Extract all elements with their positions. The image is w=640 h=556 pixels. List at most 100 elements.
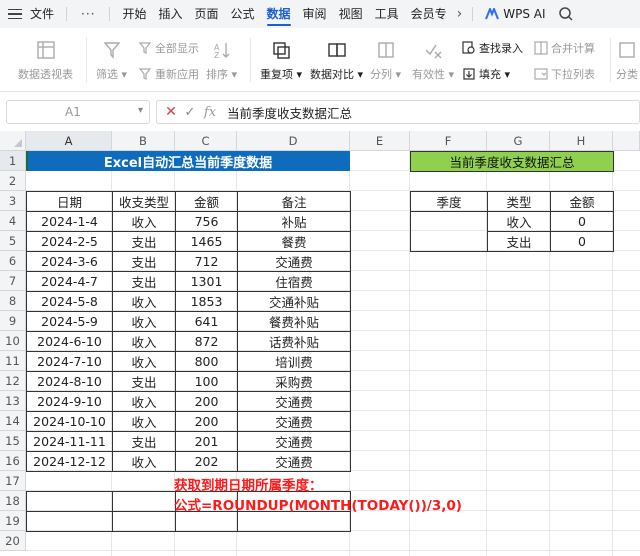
table-header-cell[interactable]: 备注: [237, 191, 351, 212]
column-header[interactable]: H: [550, 131, 613, 151]
summary-header-cell[interactable]: 类型: [487, 191, 551, 212]
chevron-down-icon[interactable]: ▾: [138, 105, 143, 116]
table-cell[interactable]: 756: [175, 211, 238, 232]
table-cell[interactable]: 2024-8-10: [26, 371, 113, 392]
table-cell[interactable]: 收入: [112, 351, 176, 372]
merge-calc-button[interactable]: 合并计算: [534, 40, 595, 56]
wps-ai-button[interactable]: WPS AI: [479, 7, 551, 21]
table-header-cell[interactable]: 日期: [26, 191, 113, 212]
menu-tab[interactable]: 视图: [333, 0, 369, 28]
table-cell[interactable]: 住宿费: [237, 271, 351, 292]
show-all-button[interactable]: 全部显示: [138, 40, 199, 56]
table-cell[interactable]: 2024-12-12: [26, 451, 113, 472]
table-cell[interactable]: 200: [175, 411, 238, 432]
menu-tab[interactable]: 数据: [261, 0, 297, 28]
table-cell[interactable]: 收入: [112, 451, 176, 472]
find-entry-button[interactable]: 查找录入: [462, 40, 523, 56]
column-header[interactable]: E: [350, 131, 410, 151]
table-cell[interactable]: 交通费: [237, 251, 351, 272]
table-cell[interactable]: 支出: [112, 371, 176, 392]
table-header-cell[interactable]: 收支类型: [112, 191, 176, 212]
function-icon[interactable]: fx: [199, 105, 221, 120]
table-cell[interactable]: 2024-7-10: [26, 351, 113, 372]
select-all-corner[interactable]: [0, 131, 26, 151]
chevron-right-icon[interactable]: ›: [453, 6, 467, 22]
column-header[interactable]: A: [26, 131, 112, 151]
summary-cell[interactable]: 支出: [487, 231, 551, 252]
table-cell[interactable]: 100: [175, 371, 238, 392]
table-cell[interactable]: 872: [175, 331, 238, 352]
column-header[interactable]: F: [410, 131, 487, 151]
table-cell[interactable]: 1853: [175, 291, 238, 312]
row-header[interactable]: 5: [0, 231, 26, 251]
column-header[interactable]: B: [112, 131, 175, 151]
row-header[interactable]: 12: [0, 371, 26, 391]
formula-input[interactable]: ✕ ✓ fx 当前季度收支数据汇总: [156, 100, 640, 124]
table-cell[interactable]: 交通费: [237, 411, 351, 432]
row-header[interactable]: 9: [0, 311, 26, 331]
menu-tab[interactable]: 公式: [225, 0, 261, 28]
row-header[interactable]: 2: [0, 171, 26, 191]
row-header[interactable]: 1: [0, 151, 26, 171]
summary-header-cell[interactable]: 季度: [410, 191, 488, 212]
empty-cell[interactable]: [26, 491, 113, 512]
row-header[interactable]: 16: [0, 451, 26, 471]
table-cell[interactable]: 收入: [112, 411, 176, 432]
table-cell[interactable]: 支出: [112, 431, 176, 452]
table-cell[interactable]: 交通费: [237, 391, 351, 412]
column-header[interactable]: D: [237, 131, 350, 151]
row-header[interactable]: 19: [0, 511, 26, 531]
empty-cell[interactable]: [112, 511, 176, 532]
menu-file[interactable]: 文件: [24, 0, 60, 28]
table-cell[interactable]: 2024-9-10: [26, 391, 113, 412]
table-cell[interactable]: 支出: [112, 231, 176, 252]
menu-tab[interactable]: 审阅: [297, 0, 333, 28]
table-cell[interactable]: 收入: [112, 391, 176, 412]
table-cell[interactable]: 201: [175, 431, 238, 452]
reapply-button[interactable]: 重新应用: [138, 66, 199, 82]
classify-button[interactable]: 分类: [616, 40, 638, 82]
table-cell[interactable]: 202: [175, 451, 238, 472]
table-cell[interactable]: 收入: [112, 331, 176, 352]
empty-cell[interactable]: [26, 511, 113, 532]
menu-tab[interactable]: 页面: [189, 0, 225, 28]
row-header[interactable]: 11: [0, 351, 26, 371]
pivot-table-button[interactable]: 数据透视表: [18, 40, 73, 82]
summary-cell[interactable]: 收入: [487, 211, 551, 232]
validity-button[interactable]: 有效性 ▾: [412, 40, 454, 82]
split-column-button[interactable]: 分列 ▾: [370, 40, 401, 82]
table-cell[interactable]: 2024-10-10: [26, 411, 113, 432]
table-cell[interactable]: 餐费补贴: [237, 311, 351, 332]
menu-tab[interactable]: 工具: [369, 0, 405, 28]
row-header[interactable]: 13: [0, 391, 26, 411]
table-cell[interactable]: 2024-2-5: [26, 231, 113, 252]
table-cell[interactable]: 2024-5-8: [26, 291, 113, 312]
table-cell[interactable]: 2024-1-4: [26, 211, 113, 232]
row-header[interactable]: 10: [0, 331, 26, 351]
dropdown-list-button[interactable]: 下拉列表: [534, 66, 595, 82]
hamburger-icon[interactable]: [8, 8, 22, 20]
table-cell[interactable]: 2024-3-6: [26, 251, 113, 272]
table-cell[interactable]: 2024-11-11: [26, 431, 113, 452]
table-cell[interactable]: 支出: [112, 251, 176, 272]
table-cell[interactable]: 补贴: [237, 211, 351, 232]
table-cell[interactable]: 641: [175, 311, 238, 332]
table-cell[interactable]: 200: [175, 391, 238, 412]
row-header[interactable]: 14: [0, 411, 26, 431]
empty-cell[interactable]: [175, 511, 238, 532]
menu-tab[interactable]: 插入: [152, 0, 188, 28]
row-header[interactable]: 6: [0, 251, 26, 271]
data-compare-button[interactable]: 数据对比 ▾: [310, 40, 363, 82]
table-cell[interactable]: 交通费: [237, 451, 351, 472]
table-cell[interactable]: 话费补贴: [237, 331, 351, 352]
table-cell[interactable]: 2024-5-9: [26, 311, 113, 332]
column-header[interactable]: [613, 131, 640, 151]
menu-tab[interactable]: 会员专: [405, 0, 453, 28]
summary-cell[interactable]: 0: [550, 211, 614, 232]
table-cell[interactable]: 712: [175, 251, 238, 272]
row-header[interactable]: 17: [0, 471, 26, 491]
name-box[interactable]: A1 ▾: [6, 100, 150, 124]
table-cell[interactable]: 培训费: [237, 351, 351, 372]
table-cell[interactable]: 收入: [112, 291, 176, 312]
table-cell[interactable]: 2024-6-10: [26, 331, 113, 352]
